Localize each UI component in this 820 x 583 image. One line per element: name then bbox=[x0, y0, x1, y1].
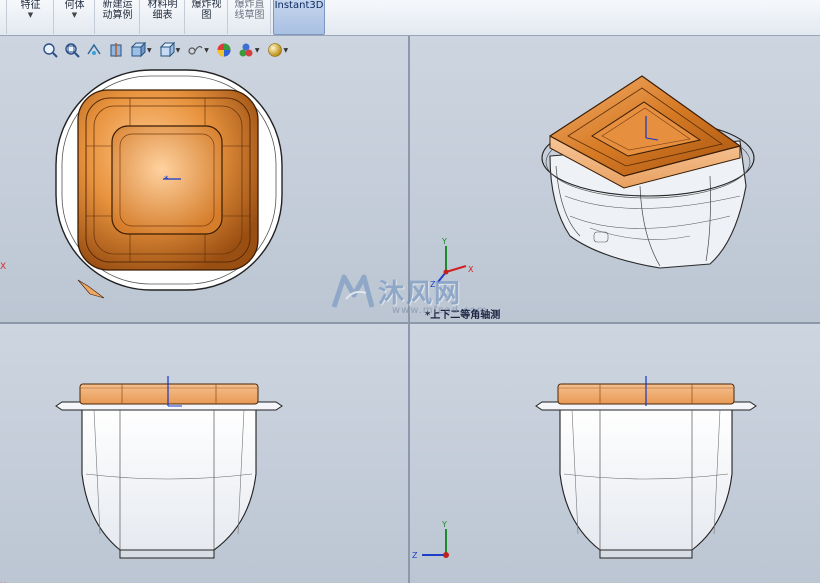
ribbon-button-exploded-view[interactable]: 爆炸视 图 bbox=[186, 0, 228, 34]
section-view-icon[interactable] bbox=[106, 40, 126, 60]
ribbon-button-bill-of-materials[interactable]: 材料明 细表 bbox=[141, 0, 185, 34]
viewport-top-right[interactable]: Y X Z *上下二等角轴测 bbox=[410, 36, 820, 322]
view-orientation-icon[interactable] bbox=[128, 40, 148, 60]
ribbon-button-geometry[interactable]: 何体 ▼ bbox=[55, 0, 95, 34]
edit-appearance-icon[interactable] bbox=[214, 40, 234, 60]
ribbon-label: 爆炸直 bbox=[234, 0, 265, 10]
triad-x-label: X bbox=[468, 265, 474, 274]
ribbon-label: 线草图 bbox=[234, 10, 265, 21]
top-view-model[interactable]: * bbox=[0, 36, 408, 322]
previous-view-icon[interactable] bbox=[84, 40, 104, 60]
triad-y-label: Y bbox=[441, 237, 447, 246]
triad-y-label: Y bbox=[441, 520, 447, 529]
triad-z-label: Z bbox=[430, 280, 436, 289]
axis-marker-x: X bbox=[0, 262, 7, 272]
isometric-view-model[interactable]: Y X Z bbox=[410, 36, 820, 322]
viewport-splitter-horizontal[interactable] bbox=[0, 322, 820, 324]
zoom-to-area-icon[interactable] bbox=[62, 40, 82, 60]
heads-up-view-toolbar: ▼ ▼ ▼ ▼ ▼ bbox=[40, 40, 291, 60]
ribbon-label: 新建运 bbox=[102, 0, 133, 10]
viewport-bottom-left[interactable]: X bbox=[0, 324, 408, 583]
ribbon-label: Instant3D bbox=[274, 0, 324, 11]
viewport-splitter-vertical[interactable] bbox=[408, 36, 410, 583]
graphics-area[interactable]: * X ▼ ▼ ▼ ▼ ▼ Y X Z *上下二等角轴测 Y Z 沐风网 www… bbox=[0, 36, 820, 583]
ribbon-label: 特征 bbox=[20, 0, 41, 11]
display-style-icon[interactable] bbox=[157, 40, 177, 60]
svg-text:*: * bbox=[164, 175, 169, 185]
viewport-bottom-right[interactable]: Y Z bbox=[410, 324, 820, 583]
ribbon-button-instant3d[interactable]: Instant3D bbox=[273, 0, 325, 35]
ribbon-label: 材料明 bbox=[147, 0, 178, 10]
chevron-down-icon[interactable]: ▼ bbox=[8, 11, 53, 19]
ribbon-label: 爆炸视 bbox=[191, 0, 222, 10]
zoom-to-fit-icon[interactable] bbox=[40, 40, 60, 60]
ribbon-button-new-motion-study[interactable]: 新建运 动算例 bbox=[96, 0, 140, 34]
front-view-model[interactable] bbox=[0, 324, 408, 583]
triad-z-label: Z bbox=[412, 551, 418, 560]
side-view-model[interactable]: Y Z bbox=[410, 324, 820, 583]
chevron-down-icon[interactable]: ▼ bbox=[55, 11, 94, 19]
ribbon-label: 动算例 bbox=[102, 10, 133, 21]
apply-scene-icon[interactable] bbox=[236, 40, 256, 60]
view-orientation-label: *上下二等角轴测 bbox=[425, 310, 501, 321]
ribbon-button-feature[interactable]: 特征 ▼ bbox=[8, 0, 54, 34]
ribbon-edge bbox=[0, 0, 7, 34]
viewport-top-left[interactable]: * X ▼ ▼ ▼ ▼ ▼ bbox=[0, 36, 408, 322]
hide-show-items-icon[interactable] bbox=[185, 40, 205, 60]
ribbon-label: 何体 bbox=[64, 0, 85, 11]
command-manager-ribbon: 特征 ▼ 何体 ▼ 新建运 动算例 材料明 细表 爆炸视 图 爆炸直 线草图 I… bbox=[0, 0, 820, 36]
view-settings-icon[interactable] bbox=[265, 40, 285, 60]
ribbon-label: 细表 bbox=[152, 10, 173, 21]
ribbon-button-explode-line-sketch[interactable]: 爆炸直 线草图 bbox=[229, 0, 271, 34]
ribbon-label: 图 bbox=[201, 10, 212, 21]
